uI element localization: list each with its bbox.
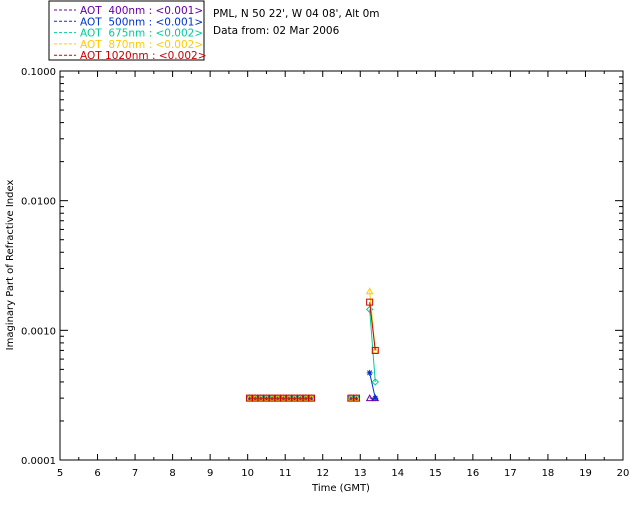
y-axis-label: Imaginary Part of Refractive Index [5,180,16,351]
y-tick-label: 0.0010 [21,326,56,337]
x-tick-label: 11 [279,468,292,479]
y-tick-label: 0.0001 [21,456,56,467]
x-tick-label: 20 [617,468,630,479]
x-tick-label: 10 [241,468,254,479]
legend-entry: AOT 675nm : <0.002> [80,28,203,40]
plot-frame [59,70,624,461]
legend-entry: AOT 1020nm : <0.002> [80,50,207,62]
data-date: Data from: 02 Mar 2006 [213,25,340,37]
series [245,287,380,402]
series [245,305,379,402]
series-group [245,287,380,402]
x-tick-label: 5 [57,468,63,479]
x-tick-label: 13 [354,468,367,479]
legend-entry: AOT 500nm : <0.001> [80,16,203,28]
x-axis-label: Time (GMT) [311,483,370,494]
x-tick-label: 9 [207,468,213,479]
series [246,298,379,402]
x-tick-label: 7 [132,468,138,479]
x-tick-label: 6 [94,468,100,479]
x-tick-label: 15 [429,468,442,479]
x-tick-label: 17 [504,468,517,479]
x-tick-label: 8 [169,468,175,479]
x-tick-label: 18 [542,468,555,479]
x-tick-label: 19 [579,468,592,479]
data-point [366,369,373,376]
x-tick-label: 14 [391,468,404,479]
chart: AOT 400nm : <0.001>AOT 500nm : <0.001>AO… [5,0,629,494]
axis-ticks: 5 6 7 8 9 10 11 12 13 14 15 16 17 18 19 20 0.0001 0.0010 0… [21,67,629,479]
legend-entry: AOT 870nm : <0.002> [80,39,203,51]
legend-entry: AOT 400nm : <0.001> [80,5,203,17]
x-tick-label: 12 [316,468,329,479]
y-tick-label: 0.1000 [21,67,56,78]
y-tick-label: 0.0100 [21,197,56,208]
x-tick-label: 16 [466,468,479,479]
data-point [372,395,379,402]
site-info: PML, N 50 22', W 04 08', Alt 0m [213,8,380,20]
